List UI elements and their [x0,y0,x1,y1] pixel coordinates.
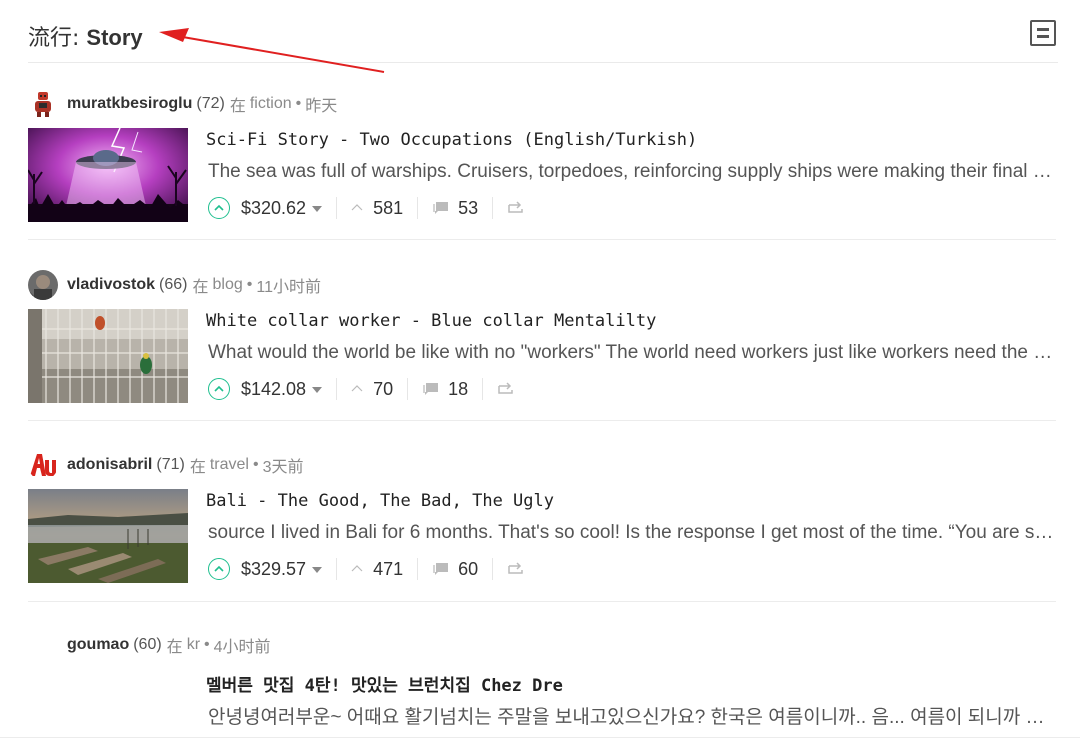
list-view-icon[interactable] [1030,20,1056,46]
divider [492,197,494,219]
page-title: 流行: Story [28,20,143,52]
comment-icon [423,383,439,395]
payout-value[interactable]: $142.08 [241,378,323,400]
caret-down-icon [312,566,323,573]
photo-avatar[interactable] [28,270,58,300]
payout-value[interactable]: $320.62 [241,197,323,219]
author-reputation: (60) [133,636,162,653]
payout-text: $142.08 [241,378,307,399]
meta-separator: • [246,276,253,293]
comment-count[interactable]: 53 [458,198,478,219]
vote-count[interactable]: 471 [373,559,403,580]
resteem-icon[interactable] [507,562,525,576]
post-time: 11小时前 [256,279,321,296]
robot-avatar[interactable] [28,89,58,119]
divider [336,558,338,580]
post-footer: $329.57 471 60 [208,555,525,583]
post-time: 4小时前 [213,639,271,656]
comment-count[interactable]: 18 [448,379,468,400]
divider [336,378,338,400]
post-excerpt[interactable]: The sea was full of warships. Cruisers, … [208,161,1058,183]
caret-down-icon [312,205,323,212]
post-excerpt[interactable]: source I lived in Bali for 6 months. Tha… [208,522,1058,544]
caret-down-icon [312,386,323,393]
ufo-lightning-thumbnail[interactable] [28,128,188,222]
post-divider [28,601,1056,602]
post-footer: $142.08 70 18 [208,375,515,403]
vote-count[interactable]: 70 [373,379,393,400]
comment-icon [433,202,449,214]
comment-icon [433,563,449,575]
divider [407,378,409,400]
author-reputation: (71) [156,456,185,473]
in-label: 在 [166,639,183,656]
chevron-up-icon [351,204,363,211]
post-divider [28,420,1056,421]
post-footer: $320.62 581 53 [208,194,525,222]
chevron-up-icon [351,565,363,572]
post-meta: vladivostok (66) 在 blog • 11小时前 [28,270,1058,300]
post-meta: goumao (60) 在 kr • 4小时前 [67,631,1057,659]
chevron-up-icon [214,385,224,392]
upvote-button[interactable] [208,378,230,400]
divider [417,197,419,219]
post-time: 昨天 [305,98,338,115]
payout-text: $320.62 [241,197,307,218]
upvote-button[interactable] [208,558,230,580]
post-meta: muratkbesiroglu (72) 在 fiction • 昨天 [28,89,1058,119]
meta-separator: • [295,95,302,112]
divider [492,558,494,580]
author-reputation: (72) [196,95,225,112]
upvote-button[interactable] [208,197,230,219]
list-line [1037,35,1049,38]
divider [482,378,484,400]
author-name[interactable]: goumao [67,636,129,654]
birdcage-thumbnail[interactable] [28,309,188,403]
list-line [1037,28,1049,31]
post-divider [0,737,1080,738]
post-meta: adonisabril (71) 在 travel • 3天前 [28,450,1058,480]
category-link[interactable]: blog [213,276,243,294]
meta-separator: • [204,636,210,653]
bali-boats-thumbnail[interactable] [28,489,188,583]
vote-count[interactable]: 581 [373,198,403,219]
payout-value[interactable]: $329.57 [241,558,323,580]
divider [417,558,419,580]
post-time: 3天前 [262,459,304,476]
post-title[interactable]: Sci-Fi Story - Two Occupations (English/… [206,130,697,150]
resteem-icon[interactable] [497,382,515,396]
category-link[interactable]: kr [187,636,200,654]
author-reputation: (66) [159,276,188,293]
comment-count[interactable]: 60 [458,559,478,580]
title-prefix: 流行: [28,26,87,51]
in-label: 在 [192,279,209,296]
chevron-up-icon [214,565,224,572]
category-link[interactable]: travel [210,456,249,474]
post-excerpt[interactable]: What would the world be like with no "wo… [208,342,1058,364]
post-title[interactable]: Bali - The Good, The Bad, The Ugly [206,491,554,511]
meta-separator: • [252,456,259,473]
annotation-arrow-icon [159,28,385,73]
chevron-up-icon [351,385,363,392]
author-name[interactable]: muratkbesiroglu [67,95,192,113]
in-label: 在 [229,98,246,115]
chevron-up-icon [214,204,224,211]
au-logo-avatar[interactable] [28,450,58,480]
post-title[interactable]: 멜버른 맛집 4탄! 맛있는 브런치집 Chez Dre [206,671,563,696]
divider [336,197,338,219]
post-divider [28,239,1056,240]
author-name[interactable]: vladivostok [67,276,155,294]
post-excerpt[interactable]: 안녕녕여러부운~ 어때요 활기넘치는 주말을 보내고있으신가요? 한국은 여름이… [208,702,1058,729]
category-link[interactable]: fiction [250,95,292,113]
payout-text: $329.57 [241,558,307,579]
resteem-icon[interactable] [507,201,525,215]
title-tag: Story [86,25,143,50]
in-label: 在 [189,459,206,476]
post-title[interactable]: White collar worker - Blue collar Mental… [206,311,656,331]
author-name[interactable]: adonisabril [67,456,152,474]
